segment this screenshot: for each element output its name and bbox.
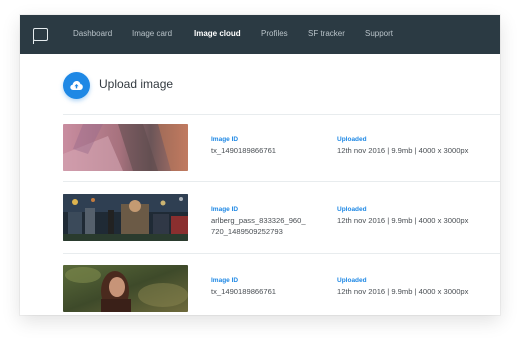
image-id-value: tx_1490189866761 xyxy=(211,146,277,155)
fabric-photo xyxy=(63,124,188,171)
app-window: Dashboard Image card Image cloud Profile… xyxy=(20,15,500,315)
cloud-upload-icon xyxy=(70,81,83,90)
street-crowd-photo xyxy=(63,194,188,241)
nav-item-image-card[interactable]: Image card xyxy=(132,29,172,38)
image-thumbnail[interactable] xyxy=(63,265,188,312)
uploaded-label: Uploaded xyxy=(337,206,367,213)
uploaded-label: Uploaded xyxy=(337,277,367,284)
row-divider xyxy=(63,181,500,182)
top-navbar: Dashboard Image card Image cloud Profile… xyxy=(20,15,500,54)
portrait-photo xyxy=(63,265,188,312)
nav-item-sf-tracker[interactable]: SF tracker xyxy=(308,29,345,38)
upload-button[interactable] xyxy=(63,72,90,99)
upload-label: Upload image xyxy=(99,77,174,91)
nav-item-profiles[interactable]: Profiles xyxy=(261,29,288,38)
row-divider xyxy=(63,114,500,115)
image-thumbnail[interactable] xyxy=(63,124,188,171)
chat-logo-icon[interactable] xyxy=(32,28,48,44)
nav-item-support[interactable]: Support xyxy=(365,29,393,38)
uploaded-value: 12th nov 2016 | 9.9mb | 4000 x 3000px xyxy=(337,216,469,225)
nav-item-dashboard[interactable]: Dashboard xyxy=(73,29,112,38)
uploaded-value: 12th nov 2016 | 9.9mb | 4000 x 3000px xyxy=(337,287,469,296)
image-thumbnail[interactable] xyxy=(63,194,188,241)
image-id-value-line: 720_1489509252793 xyxy=(211,227,283,236)
uploaded-label: Uploaded xyxy=(337,136,367,143)
nav-item-image-cloud[interactable]: Image cloud xyxy=(194,29,241,38)
uploaded-value: 12th nov 2016 | 9.9mb | 4000 x 3000px xyxy=(337,146,469,155)
image-id-label: Image ID xyxy=(211,136,239,143)
image-id-label: Image ID xyxy=(211,206,239,213)
image-id-value: tx_1490189866761 xyxy=(211,287,277,296)
image-id-value-line: arlberg_pass_833326_960_ xyxy=(211,216,306,225)
row-divider xyxy=(63,253,500,254)
image-id-label: Image ID xyxy=(211,277,239,284)
